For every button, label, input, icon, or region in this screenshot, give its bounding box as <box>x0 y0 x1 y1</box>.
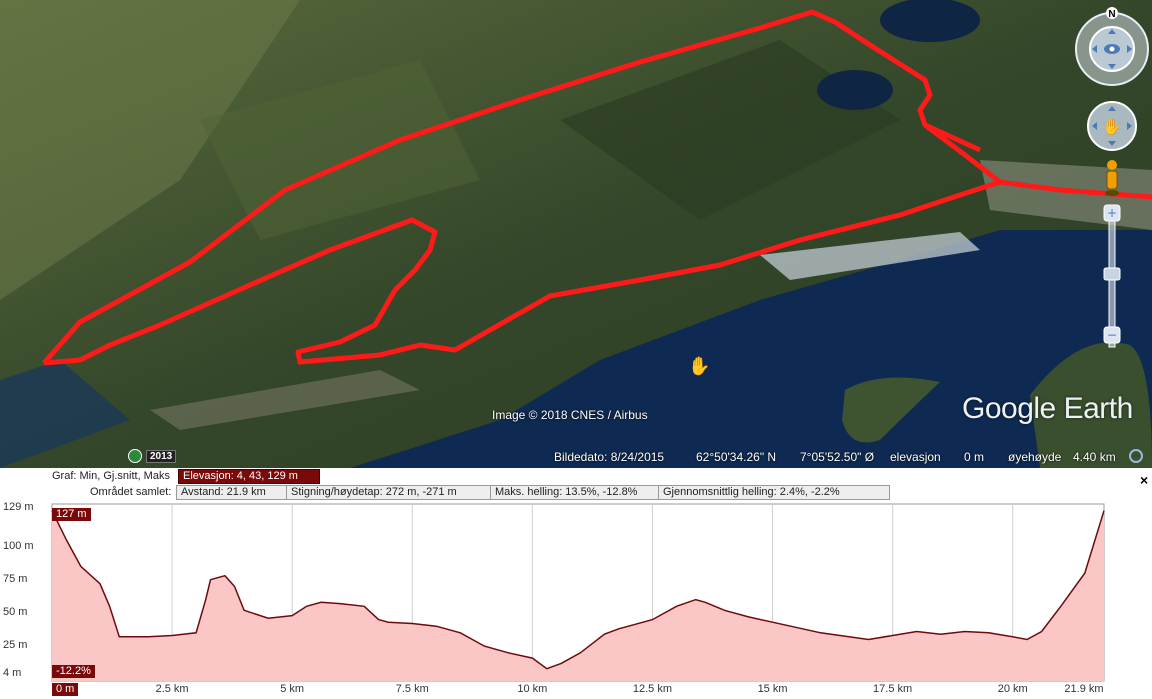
slope-tag: -12.2% <box>52 665 95 678</box>
lake-upper <box>880 0 980 42</box>
y-tick-label: 75 m <box>3 572 28 585</box>
max-elevation-tag: 127 m <box>52 508 91 521</box>
y-tick-label: 100 m <box>3 539 34 552</box>
x-tick-label: 21.9 km <box>1064 683 1104 695</box>
y-tick-label: 25 m <box>3 639 28 652</box>
navigation-controls: N ✋ + − <box>1070 5 1152 365</box>
x-tick-label: 17.5 km <box>873 683 913 695</box>
x-tick-label: 20 km <box>997 683 1028 695</box>
latitude: 62°50'34.26" N <box>696 450 777 464</box>
svg-text:+: + <box>1107 206 1117 220</box>
y-tick-label: 4 m <box>3 667 22 679</box>
zoom-thumb <box>1103 267 1121 281</box>
svg-text:✋: ✋ <box>1102 117 1122 136</box>
svg-text:N: N <box>1108 9 1115 20</box>
map-view[interactable]: ✋ Image © 2018 CNES / Airbus Google Eart… <box>0 0 1152 468</box>
elevation-profile-panel: Graf: Min, Gj.snitt, Maks Elevasjon: 4, … <box>0 468 1152 699</box>
imagery-credit: Image © 2018 CNES / Airbus <box>492 408 648 422</box>
x-tick-label: 5 km <box>280 683 305 695</box>
elevation-value: 0 m <box>964 450 985 464</box>
svg-text:−: − <box>1107 328 1117 342</box>
loading-ring-icon <box>1129 449 1143 463</box>
y-tick-label: 129 m <box>3 501 34 513</box>
x-tick-label: 15 km <box>757 683 788 695</box>
lake-lower <box>817 70 893 110</box>
longitude: 7°05'52.50" Ø <box>800 450 875 464</box>
streetview-pegman-icon[interactable] <box>1105 160 1119 196</box>
x-tick-label: 7.5 km <box>395 683 429 695</box>
distance-start-tag: 0 m <box>52 683 79 696</box>
imagery-date: Bildedato: 8/24/2015 <box>554 450 665 464</box>
y-tick-label: 50 m <box>3 605 28 618</box>
eye-altitude-value: 4.40 km <box>1073 450 1116 464</box>
google-earth-logo: Google Earth <box>962 392 1133 425</box>
hand-cursor-icon: ✋ <box>688 355 710 377</box>
eye-altitude-label: øyehøyde <box>1008 450 1062 464</box>
x-tick-label: 2.5 km <box>155 683 189 695</box>
x-tick-label: 10 km <box>517 683 548 695</box>
status-bar: Bildedato: 8/24/2015 62°50'34.26" N 7°05… <box>0 446 1152 468</box>
elevation-label: elevasjon <box>890 450 941 464</box>
look-joystick-icon[interactable] <box>1075 12 1149 86</box>
zoom-slider[interactable]: + − <box>1103 204 1121 348</box>
move-joystick-icon[interactable]: ✋ <box>1087 101 1137 151</box>
x-tick-label: 12.5 km <box>632 683 673 695</box>
elevation-chart[interactable] <box>0 468 1152 699</box>
